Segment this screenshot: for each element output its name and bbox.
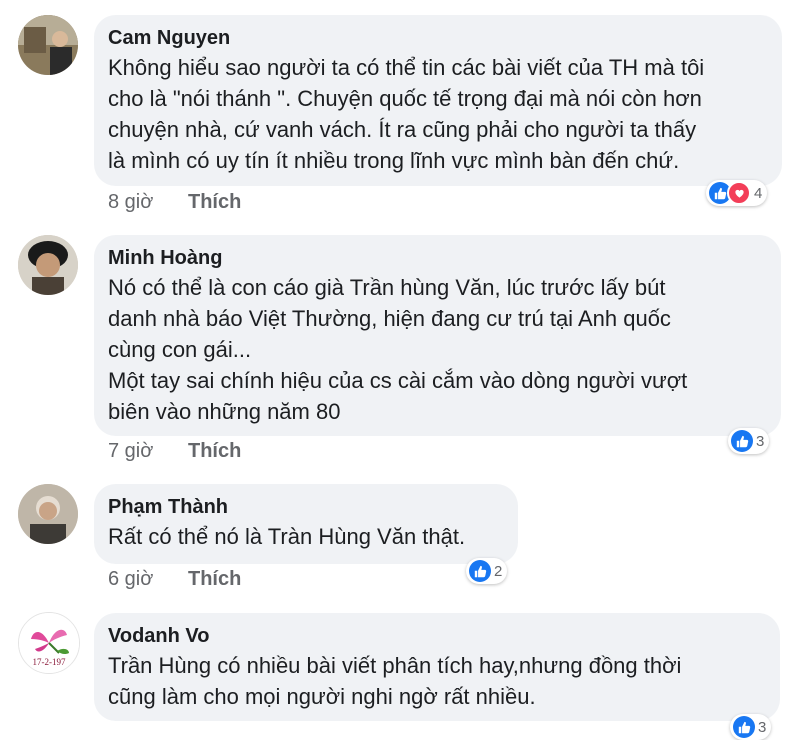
comment-line: cùng con gái...: [108, 337, 252, 362]
comment-author[interactable]: Phạm Thành: [108, 495, 504, 519]
reaction-summary[interactable]: 3: [730, 714, 772, 740]
reaction-count: 4: [754, 184, 763, 202]
comment-timestamp[interactable]: 8 giờ: [108, 191, 188, 214]
comment-text: Trần Hùng có nhiều bài viết phân tích ha…: [108, 650, 766, 712]
comment-timestamp[interactable]: 6 giờ: [108, 568, 188, 591]
comment-line: cũng làm cho mọi người nghi ngờ rất nhiề…: [108, 684, 536, 709]
like-button[interactable]: Thích: [188, 191, 241, 213]
comment-bubble: Minh Hoàng Nó có thể là con cáo già Trần…: [94, 235, 781, 436]
comment-bubble: Vodanh Vo Trần Hùng có nhiều bài viết ph…: [94, 613, 780, 721]
reaction-count: 3: [756, 432, 765, 450]
comment-author[interactable]: Minh Hoàng: [108, 246, 767, 270]
like-icon: [469, 560, 491, 582]
comment-author[interactable]: Cam Nguyen: [108, 26, 768, 50]
like-icon: [731, 430, 753, 452]
avatar[interactable]: [18, 484, 78, 544]
like-button[interactable]: Thích: [188, 568, 241, 590]
comment-line: Nó có thể là con cáo già Trần hùng Văn, …: [108, 275, 666, 300]
comment-line: Không hiểu sao người ta có thể tin các b…: [108, 55, 705, 80]
avatar-date-text: 17-2-197: [32, 657, 66, 667]
reaction-summary[interactable]: 3: [728, 428, 770, 454]
comment-line: biên vào những năm 80: [108, 399, 341, 424]
like-icon: [733, 716, 755, 738]
avatar-photo-icon: [18, 235, 78, 295]
reaction-summary[interactable]: 4: [706, 180, 768, 206]
comment-text: Rất có thể nó là Tràn Hùng Văn thật.: [108, 521, 504, 552]
avatar[interactable]: 17-2-197: [18, 612, 80, 674]
reaction-count: 3: [758, 718, 767, 736]
comment-line: là mình có uy tín ít nhiều trong lĩnh vự…: [108, 148, 680, 173]
reaction-summary[interactable]: 2: [466, 558, 508, 584]
like-button[interactable]: Thích: [188, 440, 241, 462]
comment-line: Một tay sai chính hiệu của cs cài cắm và…: [108, 368, 688, 393]
reaction-count: 2: [494, 562, 503, 580]
comment-line: Trần Hùng có nhiều bài viết phân tích ha…: [108, 653, 682, 678]
comment-timestamp[interactable]: 7 giờ: [108, 440, 188, 463]
comment-line: Rất có thể nó là Tràn Hùng Văn thật.: [108, 524, 466, 549]
avatar-photo-icon: [18, 15, 78, 75]
avatar[interactable]: [18, 235, 78, 295]
comment-line: cho là "nói thánh ". Chuyện quốc tế trọn…: [108, 86, 702, 111]
comment-text: Không hiểu sao người ta có thể tin các b…: [108, 52, 768, 176]
comment-text: Nó có thể là con cáo già Trần hùng Văn, …: [108, 272, 767, 427]
comment-meta: 8 giờ Thích: [108, 191, 241, 214]
comment-author[interactable]: Vodanh Vo: [108, 624, 766, 648]
avatar-photo-icon: [18, 484, 78, 544]
comment-line: chuyện nhà, cứ vanh vách. Ít ra cũng phả…: [108, 117, 697, 142]
love-icon: [727, 181, 751, 205]
comment-line: danh nhà báo Việt Thường, hiện đang cư t…: [108, 306, 671, 331]
avatar[interactable]: [18, 15, 78, 75]
comment-meta: 7 giờ Thích: [108, 440, 241, 463]
comment-bubble: Cam Nguyen Không hiểu sao người ta có th…: [94, 15, 782, 186]
comment-meta: 6 giờ Thích: [108, 568, 241, 591]
comment-bubble: Phạm Thành Rất có thể nó là Tràn Hùng Vă…: [94, 484, 518, 564]
